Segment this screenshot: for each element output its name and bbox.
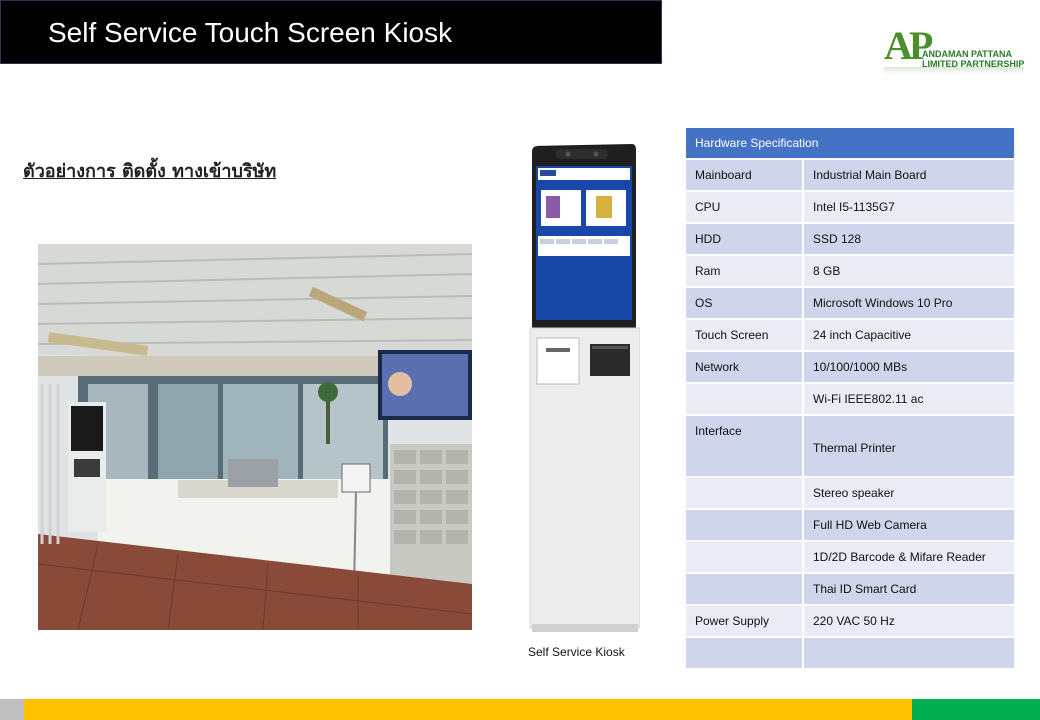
- table-row: 1D/2D Barcode & Mifare Reader: [686, 542, 1014, 572]
- company-logo: AP ANDAMAN PATTANA LIMITED PARTNERSHIP: [884, 26, 1029, 76]
- table-row: Thai ID Smart Card: [686, 574, 1014, 604]
- installation-photo-drawing: [38, 244, 472, 630]
- kiosk-product-image: [528, 144, 641, 634]
- table-row: Wi-Fi IEEE802.11 ac: [686, 384, 1014, 414]
- spec-label: Interface: [686, 416, 804, 476]
- slide-title: Self Service Touch Screen Kiosk: [48, 17, 453, 48]
- spec-value: 1D/2D Barcode & Mifare Reader: [804, 542, 1014, 572]
- spec-value: 10/100/1000 MBs: [804, 352, 1014, 382]
- spec-value: Intel I5-1135G7: [804, 192, 1014, 222]
- spec-value: Thermal Printer: [804, 416, 1014, 476]
- footer-bar-green: [912, 699, 1040, 720]
- logo-line-1: ANDAMAN PATTANA: [922, 49, 1012, 59]
- spec-label: Power Supply: [686, 606, 804, 636]
- installation-example-heading: ตัวอย่างการ ติดตั้ง ทางเข้าบริษัท: [23, 161, 277, 182]
- spec-value: Thai ID Smart Card: [804, 574, 1014, 604]
- spec-value: 24 inch Capacitive: [804, 320, 1014, 350]
- spec-value: 220 VAC 50 Hz: [804, 606, 1014, 636]
- footer-bar-yellow: [24, 699, 912, 720]
- logo-reflection: [884, 67, 1024, 75]
- spec-label: [686, 638, 804, 668]
- table-row: [686, 638, 1014, 668]
- table-row: Ram 8 GB: [686, 256, 1014, 286]
- kiosk-caption: Self Service Kiosk: [528, 645, 625, 659]
- spec-label: Touch Screen: [686, 320, 804, 350]
- spec-label: HDD: [686, 224, 804, 254]
- table-row: Stereo speaker: [686, 478, 1014, 508]
- table-row: Power Supply 220 VAC 50 Hz: [686, 606, 1014, 636]
- spec-value: [804, 638, 1014, 668]
- spec-label: [686, 478, 804, 508]
- table-row: OS Microsoft Windows 10 Pro: [686, 288, 1014, 318]
- spec-label: Network: [686, 352, 804, 382]
- table-row: Touch Screen 24 inch Capacitive: [686, 320, 1014, 350]
- spec-value: Stereo speaker: [804, 478, 1014, 508]
- table-row: HDD SSD 128: [686, 224, 1014, 254]
- spec-value: 8 GB: [804, 256, 1014, 286]
- hardware-spec-table: Hardware Specification Mainboard Industr…: [686, 126, 1014, 670]
- installation-photo: [38, 244, 472, 630]
- spec-label: [686, 574, 804, 604]
- table-header-row: Hardware Specification: [686, 128, 1014, 158]
- spec-label: Mainboard: [686, 160, 804, 190]
- spec-value: Industrial Main Board: [804, 160, 1014, 190]
- spec-value: Full HD Web Camera: [804, 510, 1014, 540]
- table-row: CPU Intel I5-1135G7: [686, 192, 1014, 222]
- spec-label: CPU: [686, 192, 804, 222]
- spec-label: Ram: [686, 256, 804, 286]
- spec-label: [686, 510, 804, 540]
- footer-bar-gray: [0, 699, 24, 720]
- table-header: Hardware Specification: [686, 128, 1014, 158]
- table-row: Network 10/100/1000 MBs: [686, 352, 1014, 382]
- kiosk-drawing: [529, 144, 641, 632]
- table-row: Mainboard Industrial Main Board: [686, 160, 1014, 190]
- spec-value: Wi-Fi IEEE802.11 ac: [804, 384, 1014, 414]
- spec-label: [686, 542, 804, 572]
- table-row: Full HD Web Camera: [686, 510, 1014, 540]
- spec-label: OS: [686, 288, 804, 318]
- spec-label: [686, 384, 804, 414]
- table-row: Interface Thermal Printer: [686, 416, 1014, 476]
- spec-value: SSD 128: [804, 224, 1014, 254]
- title-bar: Self Service Touch Screen Kiosk: [0, 0, 662, 64]
- spec-value: Microsoft Windows 10 Pro: [804, 288, 1014, 318]
